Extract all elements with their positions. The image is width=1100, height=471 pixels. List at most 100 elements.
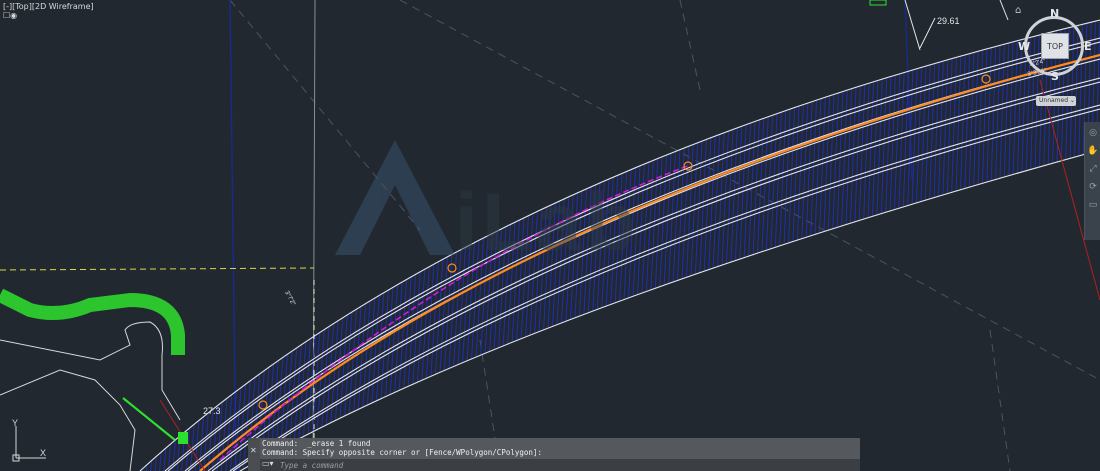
- hatch-line: [80, 0, 120, 471]
- command-history: Command: _erase 1 found Command: Specify …: [262, 439, 542, 457]
- viewport-mini-icon[interactable]: ☐◉: [3, 11, 17, 20]
- command-input[interactable]: [280, 459, 850, 471]
- hatch-line: [698, 20, 723, 471]
- hatch-line: [229, 20, 267, 471]
- hatch-line: [950, 20, 968, 471]
- hatch-line: [145, 20, 185, 471]
- dim-left-angle: 3°7'2": [283, 290, 296, 307]
- hatch-line: [914, 20, 934, 471]
- hatch-line: [764, 20, 787, 471]
- hatch-line: [879, 20, 899, 471]
- hatch-line: [883, 20, 904, 471]
- hatch-line: [857, 20, 878, 471]
- compass-west[interactable]: W: [1018, 40, 1030, 53]
- drawing-canvas[interactable]: iLab 29.61 27.3 3°7'2" 3°2'4" 3°3'26": [0, 0, 1100, 471]
- hatch-line: [375, 20, 409, 471]
- hatch-line: [738, 20, 762, 471]
- viewport-controls-label[interactable]: [-][Top][2D Wireframe]: [3, 2, 94, 11]
- hatch-line: [932, 20, 951, 471]
- pan-icon[interactable]: ✋: [1086, 144, 1100, 158]
- hatch-line: [150, 20, 190, 471]
- hatch-line: [804, 20, 826, 471]
- hatch-line: [715, 20, 740, 471]
- dim-top-right: 29.61: [937, 16, 960, 26]
- hatch-line: [689, 20, 714, 471]
- hatch-line: [167, 20, 207, 471]
- ucs-y-label: Y: [12, 418, 18, 428]
- curb-green-hatch: [0, 288, 185, 355]
- hatch-line: [844, 20, 865, 471]
- hatch-line: [256, 20, 293, 471]
- hatch-line: [791, 20, 813, 471]
- hatch-line: [746, 20, 770, 471]
- hatch-line: [711, 20, 736, 471]
- hatch-line: [707, 20, 732, 471]
- hatch-line: [185, 20, 224, 471]
- viewcube[interactable]: ⌂ N S W E TOP Unnamed ⌄: [1012, 4, 1100, 110]
- hatch-line: [875, 20, 895, 471]
- navigation-bar[interactable]: ◎ ✋ ⤢ ⟳ ▭: [1084, 122, 1100, 240]
- hatch-line: [853, 20, 873, 471]
- hatch-line: [910, 20, 929, 471]
- hatch-line: [140, 20, 151, 471]
- orbit-icon[interactable]: ⟳: [1086, 180, 1100, 194]
- close-icon[interactable]: ✕: [250, 446, 257, 455]
- hatch-line: [384, 20, 418, 471]
- hatch-line: [861, 20, 882, 471]
- home-icon[interactable]: ⌂: [1015, 5, 1021, 16]
- watermark-logo: iLab: [335, 140, 636, 268]
- hatch-line: [733, 20, 757, 471]
- command-line[interactable]: ✕ Command: _erase 1 found Command: Specif…: [248, 438, 860, 471]
- ucs-menu-button[interactable]: Unnamed ⌄: [1036, 96, 1076, 106]
- hatch-line: [972, 20, 990, 471]
- hatch-line: [742, 20, 766, 471]
- drawing-viewport[interactable]: iLab 29.61 27.3 3°7'2" 3°2'4" 3°3'26" [-…: [0, 0, 1100, 471]
- hatch-line: [89, 0, 129, 471]
- hatch-line: [720, 20, 744, 471]
- hatch-line: [176, 20, 216, 471]
- hatch-line: [84, 0, 124, 471]
- hatch-line: [919, 20, 938, 471]
- compass-east[interactable]: E: [1084, 40, 1092, 53]
- ucs-x-label: X: [40, 448, 46, 458]
- hatch-line: [888, 20, 908, 471]
- hatch-line: [181, 20, 220, 471]
- hatch-line: [724, 20, 749, 471]
- hatch-line: [777, 20, 800, 471]
- compass-south[interactable]: S: [1051, 70, 1059, 83]
- reference-yellow-dashed: [0, 267, 315, 271]
- hatch-line: [238, 20, 276, 471]
- command-input-row[interactable]: ▭▾: [260, 459, 860, 471]
- hatch-line: [941, 20, 959, 471]
- steering-wheel-icon[interactable]: ◎: [1086, 126, 1100, 140]
- hatch-line: [813, 20, 835, 471]
- command-history-line-1: Command: _erase 1 found: [262, 439, 371, 448]
- command-prompt-icon[interactable]: ▭▾: [262, 459, 274, 468]
- hatch-line: [269, 20, 306, 471]
- hatch-line: [981, 20, 998, 471]
- zoom-extents-icon[interactable]: ⤢: [1086, 162, 1100, 176]
- hatch-line: [140, 20, 177, 471]
- hatch-line: [141, 20, 181, 471]
- hatch-line: [140, 20, 168, 471]
- hatch-line: [848, 20, 869, 471]
- command-history-line-2: Command: Specify opposite corner or [Fen…: [262, 448, 542, 457]
- hatch-line: [954, 20, 972, 471]
- hatch-line: [835, 20, 856, 471]
- hatch-line: [380, 20, 413, 471]
- hatch-line: [172, 20, 211, 471]
- hatch-line: [194, 20, 233, 471]
- hatch-line: [220, 20, 259, 471]
- viewcube-top-face[interactable]: TOP: [1041, 33, 1069, 59]
- hatch-line: [994, 20, 1011, 471]
- hatch-line: [773, 20, 796, 471]
- showmotion-icon[interactable]: ▭: [1086, 198, 1100, 212]
- hatch-line: [154, 20, 194, 471]
- hatch-line: [923, 20, 942, 471]
- hatch-line: [936, 20, 955, 471]
- hatch-line: [897, 20, 916, 471]
- compass-north[interactable]: N: [1050, 7, 1059, 20]
- alignment-centerline[interactable]: [199, 53, 1100, 471]
- command-line-grip[interactable]: ✕: [248, 438, 260, 471]
- hatch-line: [140, 20, 173, 471]
